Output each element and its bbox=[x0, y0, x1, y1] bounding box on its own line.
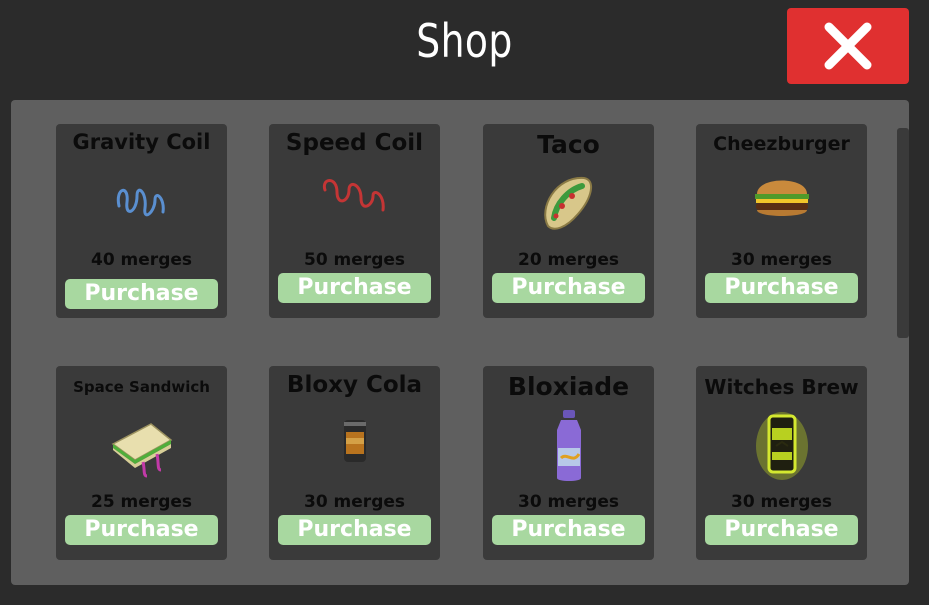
purchase-button[interactable]: Purchase bbox=[278, 273, 431, 303]
item-cost: 40 merges bbox=[90, 250, 193, 270]
item-image bbox=[483, 168, 654, 238]
item-image bbox=[483, 406, 654, 486]
item-image bbox=[696, 406, 867, 486]
item-name: Bloxy Cola bbox=[286, 372, 423, 398]
item-name: Witches Brew bbox=[704, 375, 859, 399]
item-image bbox=[56, 410, 227, 480]
item-cost: 30 merges bbox=[730, 250, 833, 270]
item-cost: 20 merges bbox=[517, 250, 620, 270]
item-name: Speed Coil bbox=[285, 130, 424, 156]
taco-icon bbox=[543, 176, 592, 230]
shop-item-card: Gravity Coil 40 merges Purchase bbox=[56, 124, 227, 318]
item-cost: 50 merges bbox=[303, 250, 406, 270]
purchase-button[interactable]: Purchase bbox=[492, 273, 645, 303]
shop-item-card: Bloxy Cola 30 merges Purchase bbox=[269, 366, 440, 560]
brew-can-icon bbox=[755, 412, 808, 480]
purchase-button[interactable]: Purchase bbox=[492, 515, 645, 545]
item-cost: 30 merges bbox=[303, 492, 406, 512]
item-cost: 30 merges bbox=[517, 492, 620, 512]
purchase-button[interactable]: Purchase bbox=[65, 515, 218, 545]
cola-can-icon bbox=[343, 420, 366, 462]
item-image bbox=[696, 168, 867, 238]
item-image bbox=[269, 168, 440, 238]
speed-coil-icon bbox=[322, 179, 385, 212]
purchase-button[interactable]: Purchase bbox=[65, 279, 218, 309]
item-name: Taco bbox=[537, 130, 600, 159]
shop-item-card: Cheezburger 30 merges Purchase bbox=[696, 124, 867, 318]
purchase-button[interactable]: Purchase bbox=[705, 273, 858, 303]
item-cost: 30 merges bbox=[730, 492, 833, 512]
scrollbar[interactable] bbox=[897, 128, 909, 338]
shop-item-card: Taco 20 merges Purchase bbox=[483, 124, 654, 318]
sports-drink-bottle-icon bbox=[556, 410, 581, 481]
purchase-button[interactable]: Purchase bbox=[278, 515, 431, 545]
close-x-icon bbox=[824, 22, 872, 70]
gravity-coil-icon bbox=[116, 188, 165, 217]
item-name: Gravity Coil bbox=[72, 130, 211, 154]
item-name: Cheezburger bbox=[713, 133, 850, 155]
item-cost: 25 merges bbox=[90, 492, 193, 512]
shop-title: Shop bbox=[416, 14, 513, 68]
shop-item-card: Witches Brew 30 merges Purchase bbox=[696, 366, 867, 560]
item-image bbox=[56, 168, 227, 238]
item-name: Space Sandwich bbox=[73, 378, 210, 396]
item-image bbox=[269, 410, 440, 480]
close-button[interactable] bbox=[787, 8, 909, 84]
shop-item-card: Speed Coil 50 merges Purchase bbox=[269, 124, 440, 318]
sandwich-icon bbox=[111, 423, 172, 478]
shop-item-card: Space Sandwich 25 merges Purchase bbox=[56, 366, 227, 560]
shop-item-card: Bloxiade 30 merges Purchase bbox=[483, 366, 654, 560]
burger-icon bbox=[754, 180, 809, 216]
purchase-button[interactable]: Purchase bbox=[705, 515, 858, 545]
item-name: Bloxiade bbox=[507, 372, 630, 401]
